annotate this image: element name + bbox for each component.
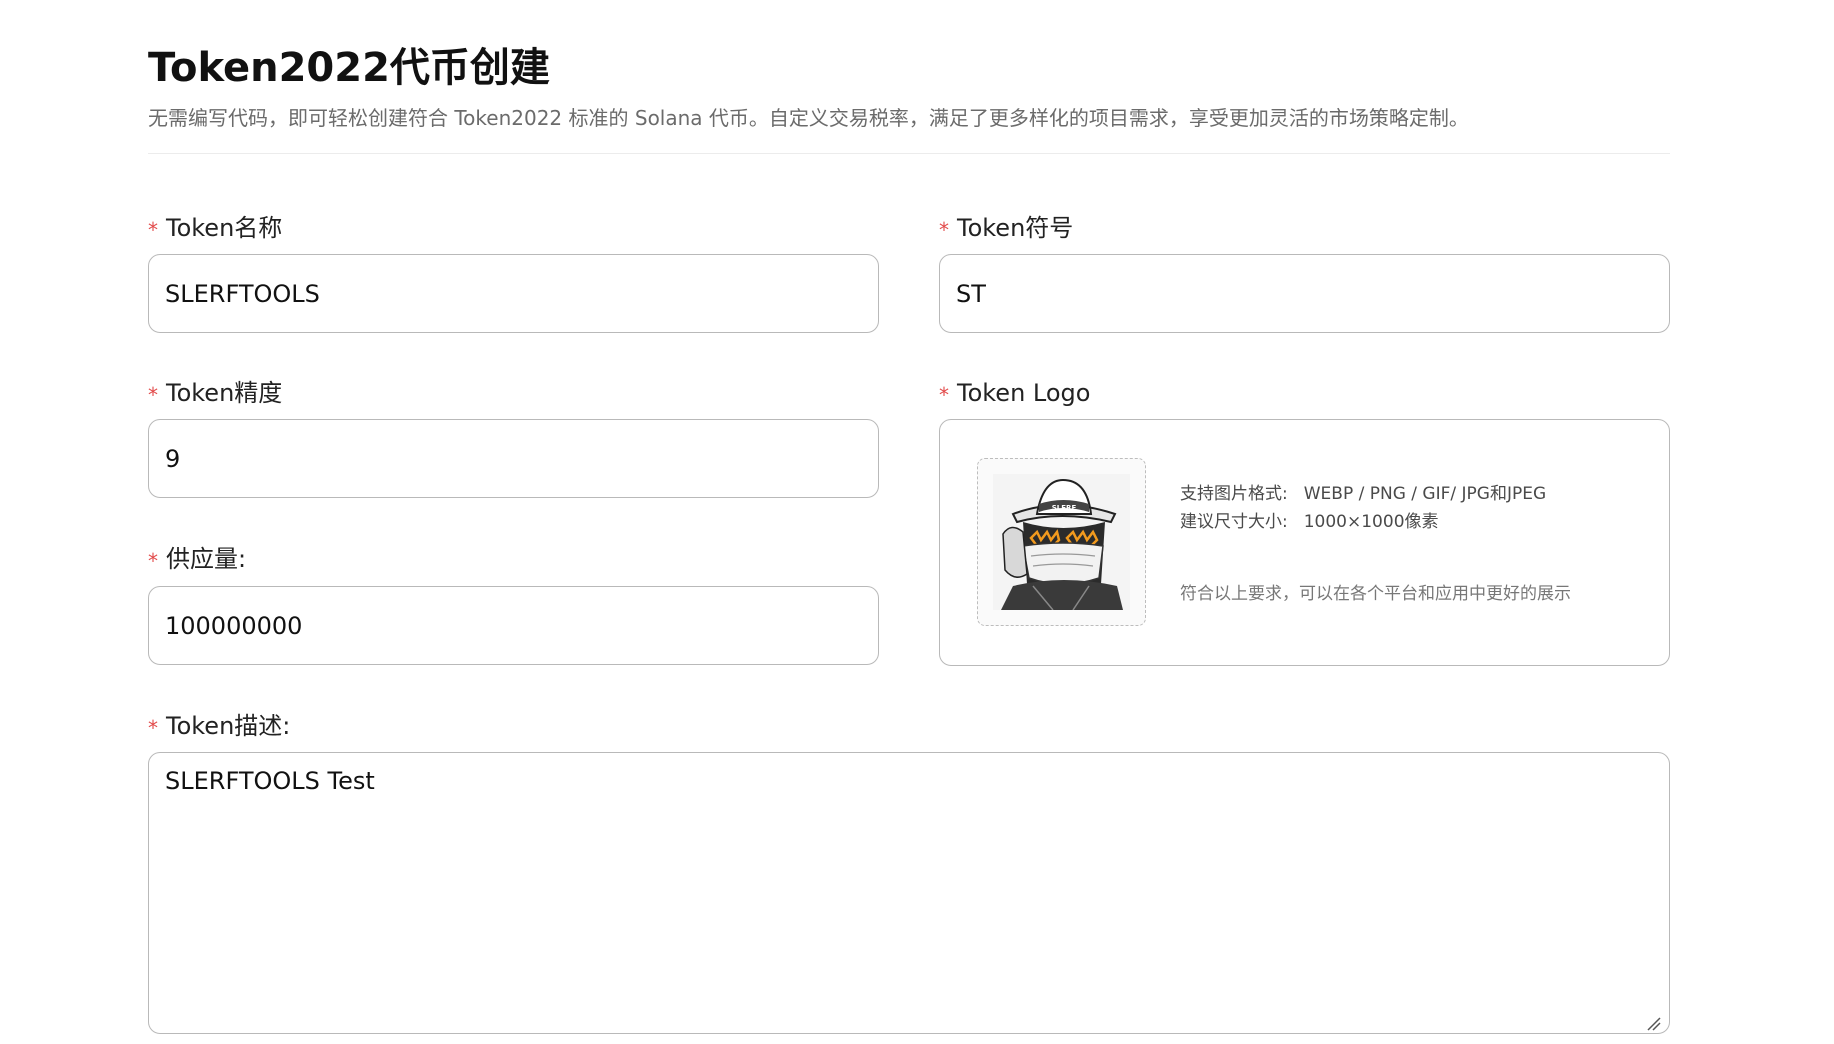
logo-format-value: WEBP / PNG / GIF/ JPG和JPEG	[1303, 484, 1547, 504]
description-field: * Token描述: SLERFTOOLS Test	[148, 710, 1670, 1034]
required-mark: *	[148, 383, 158, 407]
resize-handle-icon[interactable]	[1646, 1016, 1662, 1032]
token-symbol-label: * Token符号	[939, 212, 1670, 244]
token-logo-label-text: Token Logo	[957, 379, 1091, 407]
token-decimals-label: * Token精度	[148, 377, 879, 409]
required-mark: *	[939, 218, 949, 242]
logo-requirements: 支持图片格式: WEBP / PNG / GIF/ JPG和JPEG 建议尺寸大…	[1180, 480, 1640, 608]
logo-hat-text: SLERF	[1052, 504, 1077, 512]
token-symbol-label-text: Token符号	[957, 214, 1074, 242]
page-title: Token2022代币创建	[148, 45, 550, 91]
token-name-label: * Token名称	[148, 212, 879, 244]
logo-size-row: 建议尺寸大小: 1000×1000像素	[1180, 508, 1640, 536]
header-divider	[148, 153, 1670, 154]
token-name-field: * Token名称	[148, 212, 879, 333]
token-decimals-label-text: Token精度	[166, 379, 283, 407]
description-label-text: Token描述:	[166, 712, 291, 740]
supply-input[interactable]	[148, 586, 879, 665]
logo-size-key: 建议尺寸大小:	[1180, 512, 1288, 532]
token-logo-box: SLERF 支持图片格式: WEBP / PNG / GIF/ JPG和JPEG…	[939, 419, 1670, 666]
logo-upload-area[interactable]: SLERF	[977, 458, 1146, 626]
required-mark: *	[148, 218, 158, 242]
token-symbol-input[interactable]	[939, 254, 1670, 333]
required-mark: *	[939, 383, 949, 407]
token-name-input[interactable]	[148, 254, 879, 333]
logo-format-key: 支持图片格式:	[1180, 484, 1288, 504]
page-subtitle: 无需编写代码，即可轻松创建符合 Token2022 标准的 Solana 代币。…	[148, 106, 1469, 130]
description-textarea[interactable]: SLERFTOOLS Test	[148, 752, 1670, 1034]
logo-size-value: 1000×1000像素	[1303, 512, 1439, 532]
supply-label: * 供应量:	[148, 543, 879, 575]
token-decimals-field: * Token精度	[148, 377, 879, 498]
page-header: Token2022代币创建 无需编写代码，即可轻松创建符合 Token2022 …	[148, 40, 1670, 132]
supply-field: * 供应量:	[148, 543, 879, 665]
logo-format-row: 支持图片格式: WEBP / PNG / GIF/ JPG和JPEG	[1180, 480, 1640, 508]
required-mark: *	[148, 549, 158, 573]
token-symbol-field: * Token符号	[939, 212, 1670, 333]
logo-hint: 符合以上要求，可以在各个平台和应用中更好的展示	[1180, 584, 1571, 604]
required-mark: *	[148, 716, 158, 740]
token-create-page: Token2022代币创建 无需编写代码，即可轻松创建符合 Token2022 …	[0, 0, 1834, 1044]
token-logo-label: * Token Logo	[939, 377, 1670, 409]
token-decimals-input[interactable]	[148, 419, 879, 498]
token-name-label-text: Token名称	[166, 214, 283, 242]
supply-label-text: 供应量:	[166, 545, 247, 573]
description-label: * Token描述:	[148, 710, 1670, 742]
token-logo-image: SLERF	[993, 474, 1130, 610]
token-logo-field: * Token Logo SLERF 支持图片格式: WEBP / PNG / …	[939, 377, 1670, 666]
